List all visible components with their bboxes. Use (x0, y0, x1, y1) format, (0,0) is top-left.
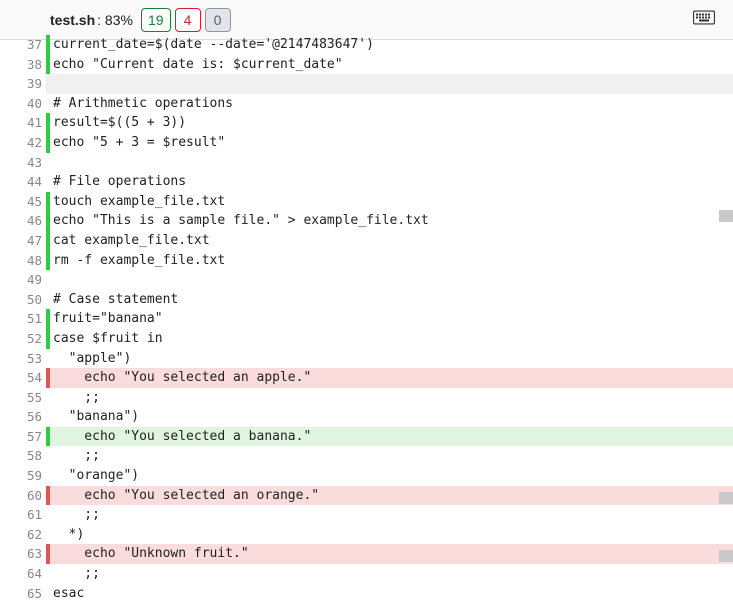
code-line: 53 "apple") (0, 349, 733, 369)
line-number[interactable]: 38 (0, 55, 46, 75)
line-number[interactable]: 44 (0, 172, 46, 192)
line-number[interactable]: 42 (0, 133, 46, 153)
code-text: ;; (50, 564, 733, 584)
line-number[interactable]: 65 (0, 584, 46, 601)
line-number[interactable]: 53 (0, 349, 46, 369)
code-line: 48rm -f example_file.txt (0, 251, 733, 271)
code-line: 52case $fruit in (0, 329, 733, 349)
code-area[interactable]: 37current_date=$(date --date='@214748364… (0, 35, 733, 601)
code-text: echo "You selected an orange." (50, 486, 733, 506)
code-line: 42echo "5 + 3 = $result" (0, 133, 733, 153)
line-number[interactable]: 39 (0, 74, 46, 94)
line-number[interactable]: 60 (0, 486, 46, 506)
line-number[interactable]: 50 (0, 290, 46, 310)
line-number[interactable]: 54 (0, 368, 46, 388)
code-text: "banana") (50, 407, 733, 427)
code-line: 60 echo "You selected an orange." (0, 486, 733, 506)
code-text: cat example_file.txt (50, 231, 733, 251)
badge-covered[interactable]: 19 (141, 8, 171, 32)
code-text: ;; (50, 446, 733, 466)
badge-excluded[interactable]: 0 (205, 8, 231, 32)
code-line: 49 (0, 270, 733, 290)
line-number[interactable]: 46 (0, 211, 46, 231)
line-number[interactable]: 41 (0, 113, 46, 133)
code-text: rm -f example_file.txt (50, 251, 733, 271)
code-line: 51fruit="banana" (0, 309, 733, 329)
filename: test.sh (50, 12, 95, 28)
code-line: 59 "orange") (0, 466, 733, 486)
code-line: 58 ;; (0, 446, 733, 466)
code-text (50, 270, 733, 290)
code-line: 43 (0, 153, 733, 173)
line-number[interactable]: 56 (0, 407, 46, 427)
code-text: touch example_file.txt (50, 192, 733, 212)
code-line: 57 echo "You selected a banana." (0, 427, 733, 447)
code-text: echo "You selected a banana." (50, 427, 733, 447)
code-line: 56 "banana") (0, 407, 733, 427)
line-number[interactable]: 59 (0, 466, 46, 486)
line-number[interactable]: 63 (0, 544, 46, 564)
line-number[interactable]: 64 (0, 564, 46, 584)
code-text (50, 153, 733, 173)
code-text: *) (50, 525, 733, 545)
line-number[interactable]: 52 (0, 329, 46, 349)
code-text: "apple") (50, 349, 733, 369)
line-number[interactable]: 51 (0, 309, 46, 329)
scrollbar-mark[interactable] (719, 550, 733, 562)
code-line: 44# File operations (0, 172, 733, 192)
code-text: current_date=$(date --date='@2147483647'… (50, 35, 733, 55)
code-text: echo "Current date is: $current_date" (50, 55, 733, 75)
line-number[interactable]: 48 (0, 251, 46, 271)
keyboard-icon[interactable] (693, 10, 715, 29)
code-text: echo "This is a sample file." > example_… (50, 211, 733, 231)
code-line: 45touch example_file.txt (0, 192, 733, 212)
code-text: ;; (50, 505, 733, 525)
code-text: echo "5 + 3 = $result" (50, 133, 733, 153)
code-line: 39 (0, 74, 733, 94)
code-line: 40# Arithmetic operations (0, 94, 733, 114)
code-text: echo "Unknown fruit." (50, 544, 733, 564)
line-number[interactable]: 57 (0, 427, 46, 447)
line-number[interactable]: 49 (0, 270, 46, 290)
line-number[interactable]: 45 (0, 192, 46, 212)
code-line: 55 ;; (0, 388, 733, 408)
code-line: 54 echo "You selected an apple." (0, 368, 733, 388)
toolbar: test.sh : 83% 19 4 0 (0, 0, 733, 40)
line-number[interactable]: 55 (0, 388, 46, 408)
badge-missed[interactable]: 4 (175, 8, 201, 32)
code-line: 61 ;; (0, 505, 733, 525)
line-number[interactable]: 47 (0, 231, 46, 251)
line-number[interactable]: 62 (0, 525, 46, 545)
scrollbar-mark[interactable] (719, 210, 733, 222)
code-line: 38echo "Current date is: $current_date" (0, 55, 733, 75)
code-line: 37current_date=$(date --date='@214748364… (0, 35, 733, 55)
code-text (50, 74, 733, 94)
code-line: 47cat example_file.txt (0, 231, 733, 251)
code-text: ;; (50, 388, 733, 408)
code-text: "orange") (50, 466, 733, 486)
code-text: # Case statement (50, 290, 733, 310)
code-text: echo "You selected an apple." (50, 368, 733, 388)
code-line: 64 ;; (0, 564, 733, 584)
line-number[interactable]: 40 (0, 94, 46, 114)
code-text: # File operations (50, 172, 733, 192)
code-line: 50# Case statement (0, 290, 733, 310)
code-text: case $fruit in (50, 329, 733, 349)
line-number[interactable]: 61 (0, 505, 46, 525)
code-line: 41result=$((5 + 3)) (0, 113, 733, 133)
code-line: 46echo "This is a sample file." > exampl… (0, 211, 733, 231)
code-text: esac (50, 584, 733, 601)
scrollbar-mark[interactable] (719, 492, 733, 504)
code-line: 62 *) (0, 525, 733, 545)
code-text: result=$((5 + 3)) (50, 113, 733, 133)
coverage-percent: : 83% (97, 12, 133, 28)
line-number[interactable]: 37 (0, 35, 46, 55)
line-number[interactable]: 58 (0, 446, 46, 466)
line-number[interactable]: 43 (0, 153, 46, 173)
code-line: 65esac (0, 584, 733, 601)
code-text: # Arithmetic operations (50, 94, 733, 114)
code-text: fruit="banana" (50, 309, 733, 329)
code-line: 63 echo "Unknown fruit." (0, 544, 733, 564)
